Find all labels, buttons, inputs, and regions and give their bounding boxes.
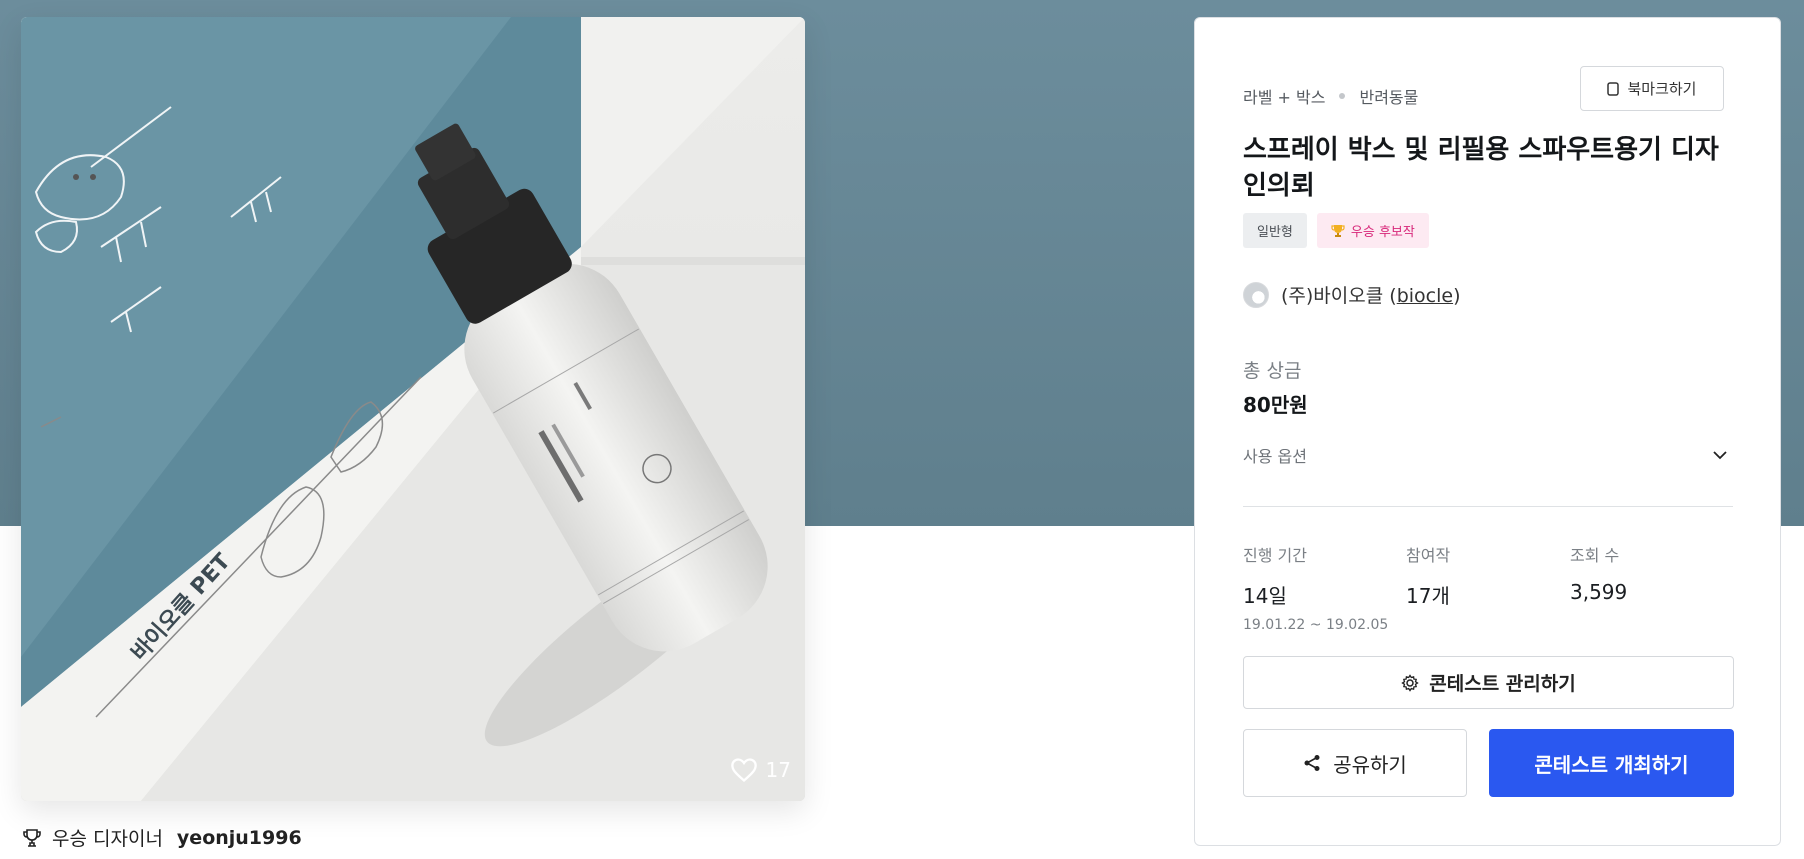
award-candidate-badge: 우승 후보작 (1316, 213, 1429, 248)
host-id-link[interactable]: biocle (1397, 285, 1453, 307)
host-name: (주)바이오클 ( (1281, 285, 1397, 307)
stat-period-dates: 19.01.22 ~ 19.02.05 (1243, 617, 1389, 633)
stat-entries-label: 참여작 (1406, 546, 1451, 565)
contest-title: 스프레이 박스 및 리필용 스파우트용기 디자인의뢰 (1243, 135, 1719, 201)
host-avatar (1243, 281, 1269, 308)
stat-period-label: 진행 기간 (1243, 546, 1307, 565)
host-id-close: ) (1453, 285, 1461, 307)
bookmark-button[interactable]: 북마크하기 (1580, 66, 1724, 111)
contest-tags: 일반형 우승 후보작 (1243, 213, 1429, 248)
trophy-icon (23, 828, 41, 847)
stat-entries: 참여작 17개 (1406, 542, 1450, 609)
award-label: 우승 후보작 (1350, 225, 1415, 240)
stat-views-value: 3,599 (1570, 580, 1628, 604)
winner-designer: 우승 디자이너 yeonju1996 (22, 824, 302, 851)
bookmark-icon (1607, 81, 1620, 96)
like-count: 17 (765, 758, 791, 782)
breadcrumb-separator (1339, 93, 1346, 99)
stat-period-value: 14일 (1243, 584, 1287, 608)
manage-contest-label: 콘테스트 관리하기 (1429, 673, 1576, 695)
chevron-down-icon (1713, 451, 1727, 460)
host-info[interactable]: (주)바이오클 (biocle) (1243, 281, 1461, 308)
divider (1243, 506, 1733, 507)
share-button[interactable]: 공유하기 (1243, 729, 1467, 797)
stat-entries-value: 17개 (1406, 584, 1450, 608)
stat-period: 진행 기간 14일 19.01.22 ~ 19.02.05 (1243, 542, 1388, 633)
stat-views-label: 조회 수 (1570, 546, 1620, 565)
gear-icon (1401, 673, 1419, 692)
total-prize-label: 총 상금 (1243, 360, 1302, 382)
product-image[interactable]: 바이오클 PET 17 (21, 17, 805, 801)
product-mockup-illustration: 바이오클 PET (21, 17, 805, 801)
breadcrumb-subcategory[interactable]: 반려동물 (1359, 84, 1418, 108)
total-prize-value: 80만원 (1243, 393, 1308, 417)
like-button[interactable]: 17 (730, 757, 791, 783)
host-contest-button[interactable]: 콘테스트 개최하기 (1489, 729, 1734, 797)
winner-name[interactable]: yeonju1996 (177, 827, 302, 849)
bookmark-label: 북마크하기 (1627, 80, 1697, 98)
trophy-icon (1331, 224, 1345, 237)
share-label: 공유하기 (1333, 752, 1407, 777)
share-icon (1304, 755, 1320, 771)
options-dropdown[interactable]: 사용 옵션 (1243, 436, 1733, 474)
breadcrumb-category[interactable]: 라벨 + 박스 (1243, 84, 1325, 108)
contest-info-panel: 라벨 + 박스 반려동물 북마크하기 스프레이 박스 및 리필용 스파우트용기 … (1194, 17, 1781, 846)
heart-icon (730, 758, 757, 783)
breadcrumb: 라벨 + 박스 반려동물 (1243, 84, 1418, 108)
stat-views: 조회 수 3,599 (1570, 542, 1627, 604)
options-label: 사용 옵션 (1243, 447, 1307, 466)
manage-contest-button[interactable]: 콘테스트 관리하기 (1243, 656, 1734, 709)
winner-label: 우승 디자이너 (52, 828, 163, 850)
contest-type-badge: 일반형 (1243, 213, 1307, 248)
